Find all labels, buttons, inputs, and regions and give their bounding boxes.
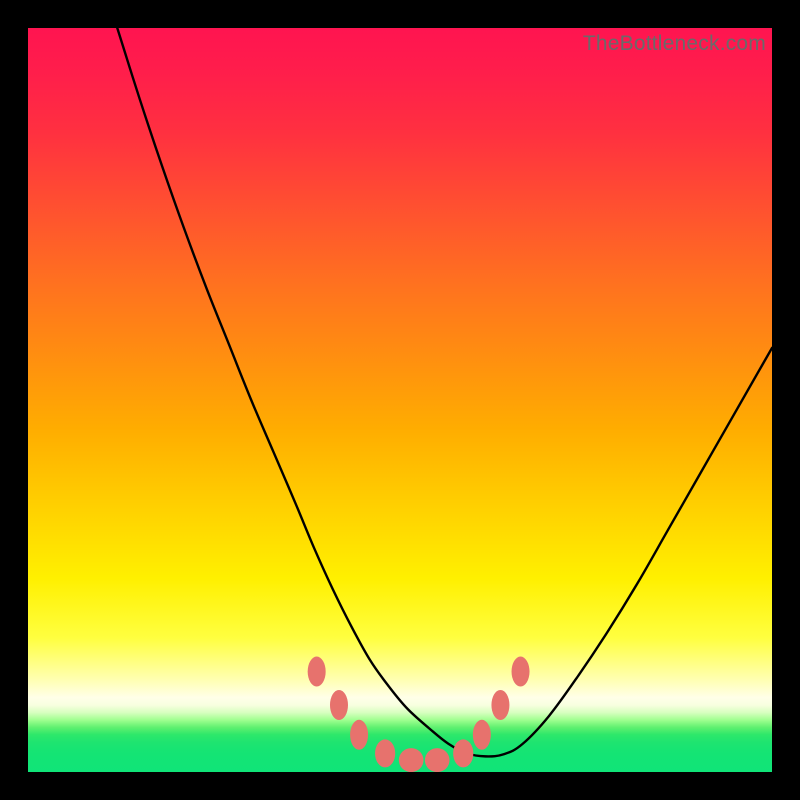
chart-frame: TheBottleneck.com <box>0 0 800 800</box>
trough-marker <box>473 720 491 750</box>
trough-marker <box>491 690 509 720</box>
trough-marker <box>330 690 348 720</box>
trough-marker <box>425 748 450 772</box>
trough-marker <box>399 748 424 772</box>
trough-marker <box>512 657 530 687</box>
trough-marker <box>350 720 368 750</box>
trough-marker <box>375 739 395 767</box>
trough-marker <box>308 657 326 687</box>
bottleneck-curve-path <box>117 28 772 756</box>
plot-area <box>28 28 772 772</box>
watermark-text: TheBottleneck.com <box>583 32 766 56</box>
trough-marker <box>453 739 473 767</box>
bottleneck-curve <box>117 28 772 756</box>
curve-layer <box>28 28 772 772</box>
